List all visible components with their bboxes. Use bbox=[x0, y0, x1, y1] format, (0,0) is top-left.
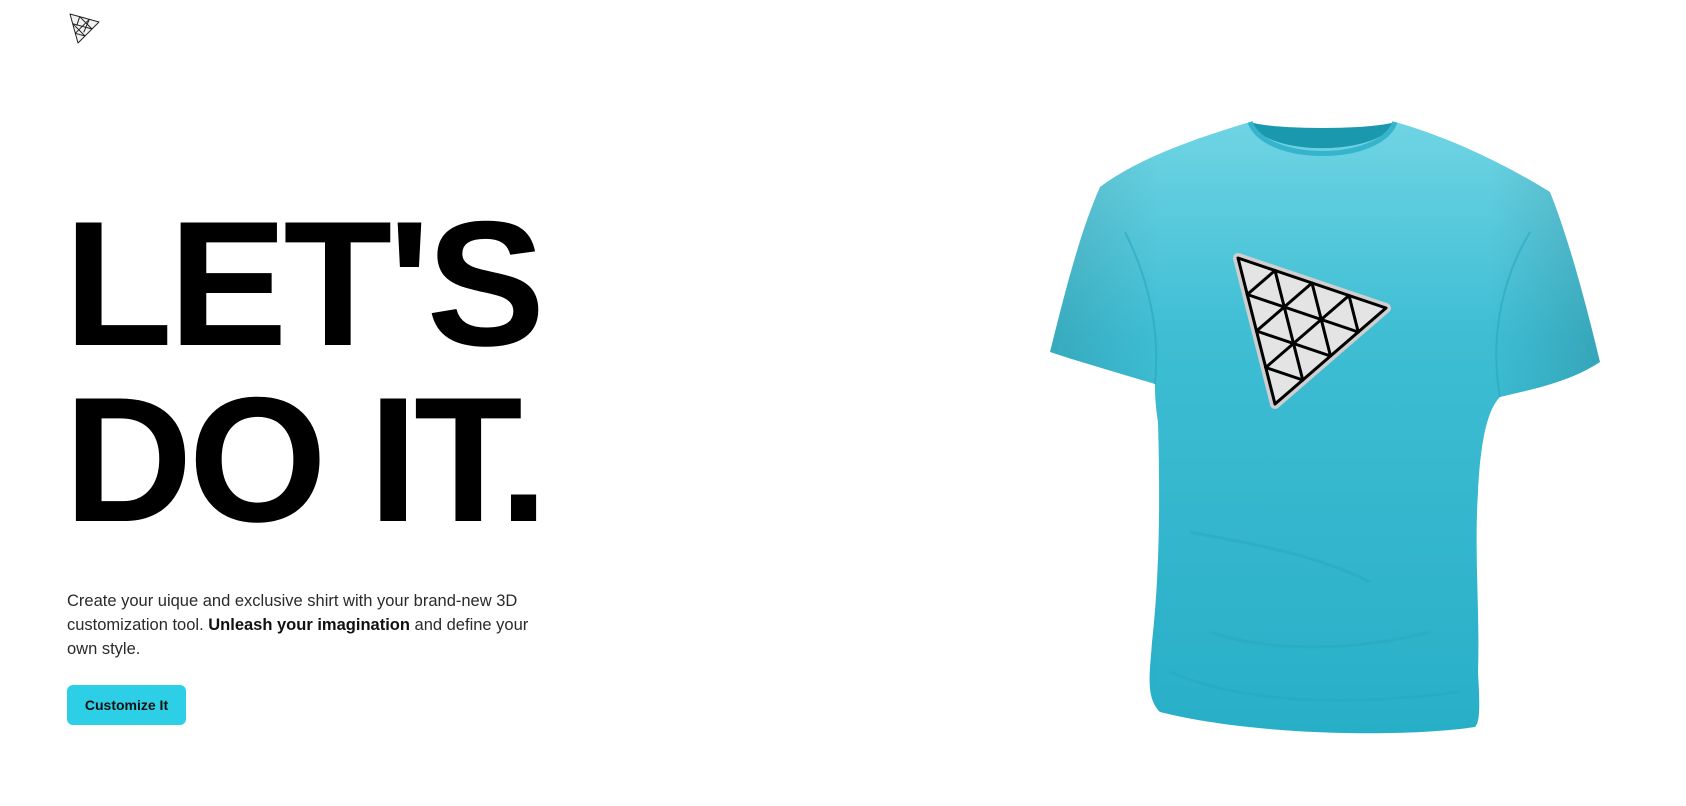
hero-title-line-2: DO IT. bbox=[64, 360, 548, 559]
t-shirt-image bbox=[1050, 120, 1600, 734]
hero-title-line-1: LET'S bbox=[64, 184, 545, 383]
hero-description: Create your uique and exclusive shirt wi… bbox=[67, 589, 537, 661]
customize-it-button[interactable]: Customize It bbox=[67, 685, 186, 725]
landing-page: LET'S DO IT. Create your uique and exclu… bbox=[0, 0, 1686, 806]
hero-title: LET'S DO IT. bbox=[64, 184, 548, 559]
description-highlight: Unleash your imagination bbox=[208, 616, 410, 634]
triangle-grid-logo-icon[interactable] bbox=[68, 13, 100, 45]
